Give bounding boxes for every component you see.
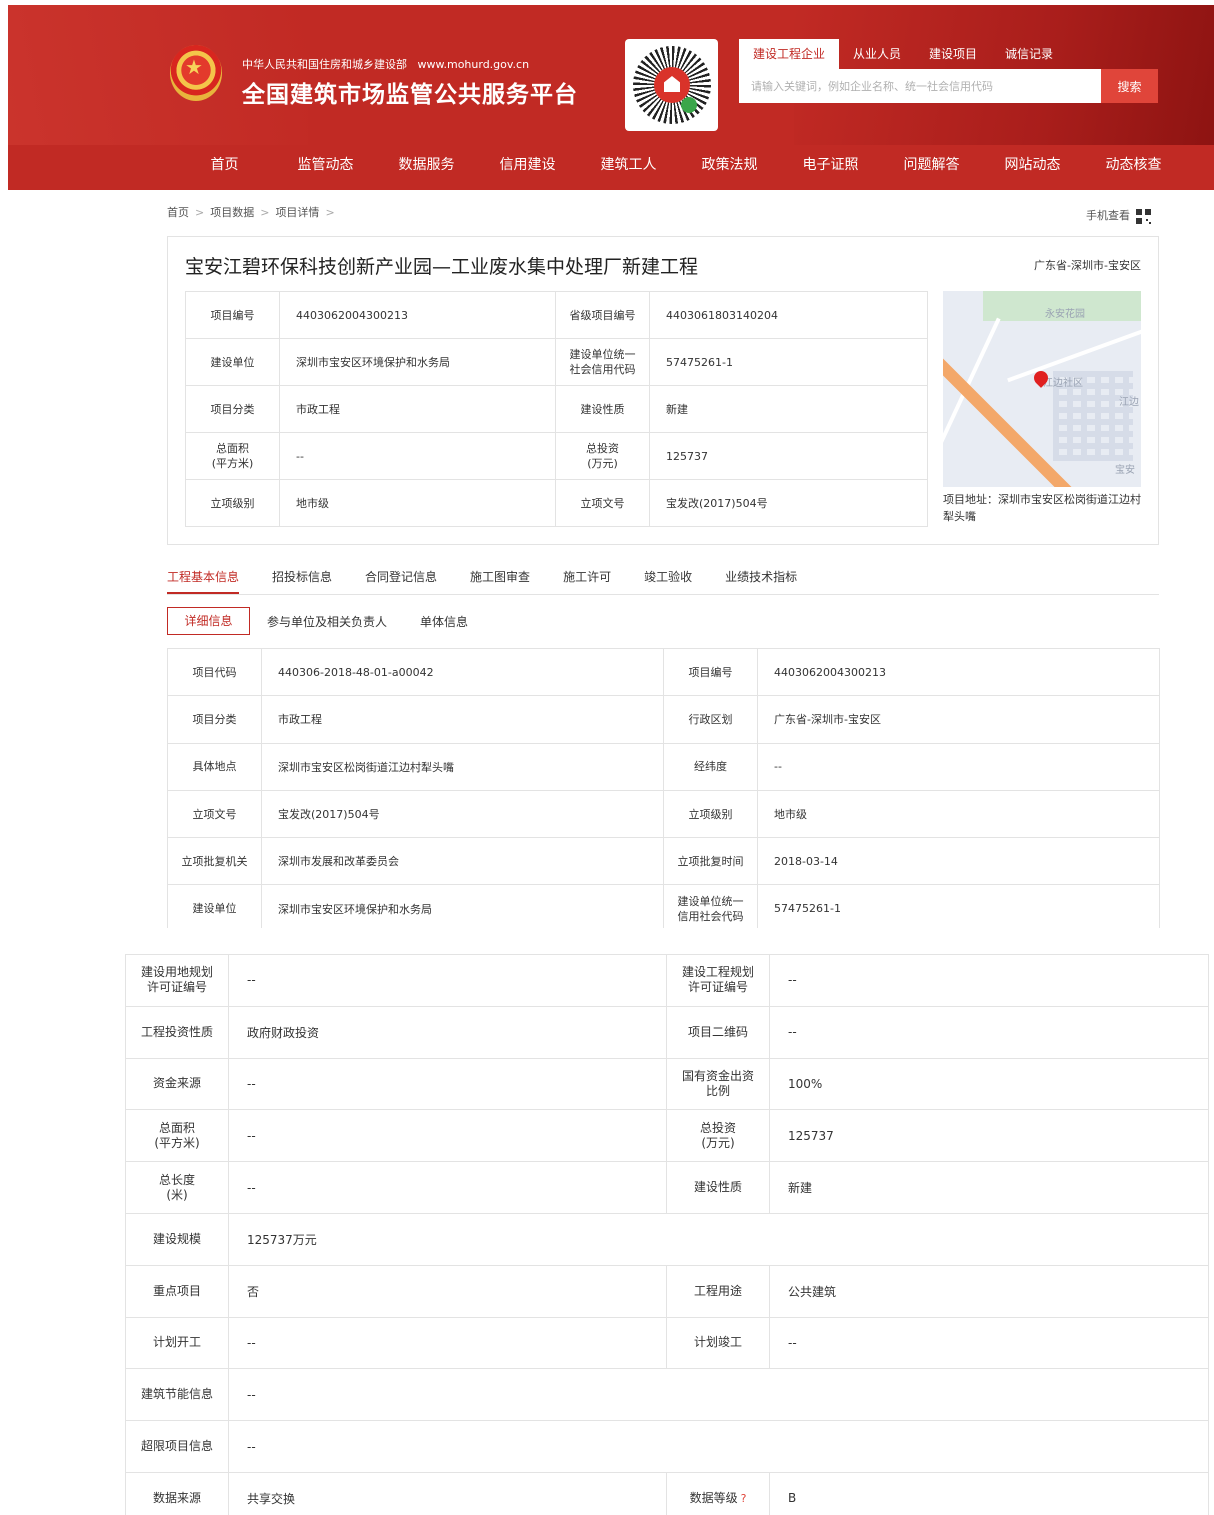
field-value: -- <box>769 954 1209 1007</box>
field-value: -- <box>228 1057 667 1111</box>
field-label: 立项级别 <box>663 789 758 839</box>
field-value: 57475261-1 <box>757 884 1160 928</box>
field-value: -- <box>228 1161 667 1214</box>
field-label: 建筑节能信息 <box>125 1368 229 1422</box>
field-label: 工程投资性质 <box>125 1005 229 1059</box>
field-label: 重点项目 <box>125 1264 229 1318</box>
field-label: 立项文号 <box>167 789 262 839</box>
table-row: 超限项目信息 -- <box>125 1420 1209 1473</box>
help-icon[interactable]: ? <box>741 1491 747 1506</box>
field-label: 超限项目信息 <box>125 1420 229 1473</box>
field-value: 100% <box>769 1057 1209 1111</box>
field-label: 工程用途 <box>666 1264 770 1318</box>
field-value: 125737万元 <box>228 1212 1209 1266</box>
field-label: 立项批复机关 <box>167 837 262 886</box>
detail-table-viewport: 项目代码 440306-2018-48-01-a00042 项目编号 44030620… <box>0 0 1214 928</box>
field-value: 125737 <box>769 1109 1209 1163</box>
field-value: 宝发改(2017)504号 <box>261 789 664 839</box>
table-row: 总长度 (米) -- 建设性质 新建 <box>125 1161 1209 1214</box>
field-value: -- <box>228 954 667 1007</box>
field-value: 否 <box>228 1264 667 1318</box>
field-label: 总面积 (平方米) <box>125 1109 229 1163</box>
field-value: -- <box>757 742 1160 791</box>
field-label: 数据来源 <box>125 1471 229 1515</box>
table-row: 立项批复机关 深圳市发展和改革委员会 立项批复时间 2018-03-14 <box>167 837 1160 886</box>
table-row: 总面积 (平方米) -- 总投资 (万元) 125737 <box>125 1109 1209 1163</box>
field-label: 国有资金出资 比例 <box>666 1057 770 1111</box>
field-value: 深圳市发展和改革委员会 <box>261 837 664 886</box>
field-value: -- <box>228 1316 667 1370</box>
table-row: 建筑节能信息 -- <box>125 1368 1209 1422</box>
field-label: 建设单位 <box>167 884 262 928</box>
field-label: 数据等级? <box>666 1471 770 1515</box>
field-label: 建设单位统一 信用社会代码 <box>663 884 758 928</box>
field-label: 立项批复时间 <box>663 837 758 886</box>
field-label: 建设用地规划 许可证编号 <box>125 954 229 1007</box>
field-value: -- <box>228 1420 1209 1473</box>
field-label: 行政区划 <box>663 695 758 744</box>
field-value: 440306-2018-48-01-a00042 <box>261 647 664 697</box>
field-value: 深圳市宝安区松岗街道江边村犁头嘴 <box>261 742 664 791</box>
field-label: 建设规模 <box>125 1212 229 1266</box>
field-value: B <box>769 1471 1209 1515</box>
field-label: 项目分类 <box>167 695 262 744</box>
table-row: 数据来源 共享交换 数据等级? B <box>125 1471 1209 1515</box>
table-row: 建设用地规划 许可证编号 -- 建设工程规划 许可证编号 -- <box>125 954 1209 1007</box>
table-row: 建设规模 125737万元 <box>125 1212 1209 1266</box>
table-row: 项目代码 440306-2018-48-01-a00042 项目编号 44030620… <box>167 647 1160 697</box>
field-value: -- <box>228 1368 1209 1422</box>
field-label: 项目代码 <box>167 647 262 697</box>
field-label: 建设性质 <box>666 1161 770 1214</box>
table-row: 重点项目否工程用途 公共建筑 <box>125 1264 1209 1318</box>
field-value: -- <box>769 1316 1209 1370</box>
field-value: 共享交换 <box>228 1471 667 1515</box>
table-row: 具体地点 深圳市宝安区松岗街道江边村犁头嘴 经纬度 -- <box>167 742 1160 791</box>
field-label: 项目编号 <box>663 647 758 697</box>
table-row: 立项文号 宝发改(2017)504号 立项级别 地市级 <box>167 789 1160 839</box>
field-value: 2018-03-14 <box>757 837 1160 886</box>
field-label: 总投资 (万元) <box>666 1109 770 1163</box>
field-value: 公共建筑 <box>769 1264 1209 1318</box>
field-value: 政府财政投资 <box>228 1005 667 1059</box>
detail-table: 项目代码 440306-2018-48-01-a00042 项目编号 44030620… <box>167 647 1160 928</box>
field-value: -- <box>769 1005 1209 1059</box>
field-value: -- <box>228 1109 667 1163</box>
field-label: 经纬度 <box>663 742 758 791</box>
table-row: 建设单位 深圳市宝安区环境保护和水务局 建设单位统一 信用社会代码 57475261-1 <box>167 884 1160 928</box>
table-row: 项目分类 市政工程 行政区划 广东省-深圳市-宝安区 <box>167 695 1160 744</box>
field-label: 建设工程规划 许可证编号 <box>666 954 770 1007</box>
field-label: 总长度 (米) <box>125 1161 229 1214</box>
table-row: 计划开工 -- 计划竣工 -- <box>125 1316 1209 1370</box>
table-row: 资金来源 -- 国有资金出资 比例 100% <box>125 1057 1209 1111</box>
field-label: 资金来源 <box>125 1057 229 1111</box>
field-value: 深圳市宝安区环境保护和水务局 <box>261 884 664 928</box>
field-value: 新建 <box>769 1161 1209 1214</box>
field-value: 市政工程 <box>261 695 664 744</box>
field-value: 地市级 <box>757 789 1160 839</box>
table-row: 工程投资性质 政府财政投资 项目二维码 -- <box>125 1005 1209 1059</box>
field-value: 广东省-深圳市-宝安区 <box>757 695 1160 744</box>
field-label: 具体地点 <box>167 742 262 791</box>
field-label: 计划竣工 <box>666 1316 770 1370</box>
detail-table-continued: 建设用地规划 许可证编号 -- 建设工程规划 许可证编号 -- 工程投资性质 政府财政投资 项目… <box>125 954 1209 1515</box>
field-label: 项目二维码 <box>666 1005 770 1059</box>
field-value: 4403062004300213 <box>757 647 1160 697</box>
field-label: 计划开工 <box>125 1316 229 1370</box>
